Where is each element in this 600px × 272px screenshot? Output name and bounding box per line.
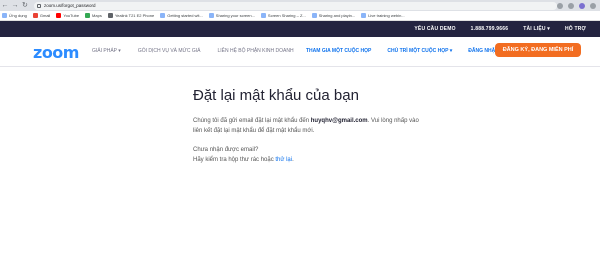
retry-link[interactable]: thử lại bbox=[275, 157, 292, 163]
email-sent-message: Chúng tôi đã gửi email đặt lại mật khẩu … bbox=[193, 118, 419, 134]
zoom-icon bbox=[208, 13, 214, 18]
page-icon bbox=[107, 13, 113, 18]
zoom-icon bbox=[160, 13, 166, 18]
zoom-icon bbox=[311, 13, 317, 18]
youtube-icon bbox=[56, 13, 62, 18]
page-title: Đặt lại mật khẩu của bạn bbox=[193, 87, 359, 104]
not-received-question: Chưa nhận được email? bbox=[193, 147, 259, 153]
zoom-logo[interactable]: zoom bbox=[33, 43, 79, 62]
lock-icon bbox=[36, 3, 41, 8]
bookmark-sharing-screen[interactable]: Sharing your screen... bbox=[208, 13, 255, 18]
request-demo-link[interactable]: YÊU CẦU DEMO bbox=[414, 26, 455, 32]
support-link[interactable]: HỖ TRỢ bbox=[565, 26, 586, 32]
reload-icon[interactable]: ↻ bbox=[20, 0, 30, 11]
bookmarks-bar: Ứng dụng Gmail YouTube Maps Yealink T21 … bbox=[0, 11, 600, 21]
join-meeting-link[interactable]: THAM GIA MỘT CUỘC HỌP bbox=[306, 48, 371, 54]
check-spam-message: Hãy kiểm tra hộp thư rác hoặc thử lại. bbox=[193, 157, 294, 163]
menu-icon[interactable] bbox=[590, 2, 596, 9]
star-icon[interactable] bbox=[557, 2, 563, 9]
plans-pricing-link[interactable]: GÓI DỊCH VỤ VÀ MỨC GIÁ bbox=[138, 48, 201, 54]
bookmark-apps[interactable]: Ứng dụng bbox=[2, 13, 27, 18]
back-icon[interactable]: ← bbox=[0, 0, 10, 11]
url-text: zoom.us/forgot_password bbox=[43, 3, 96, 8]
resources-menu[interactable]: TÀI LIỆU ▾ bbox=[523, 26, 550, 32]
solutions-menu[interactable]: GIẢI PHÁP ▾ bbox=[92, 48, 121, 54]
bookmark-gmail[interactable]: Gmail bbox=[32, 13, 50, 18]
maps-icon bbox=[85, 13, 91, 18]
bookmark-screen-sharing[interactable]: Screen Sharing – Z... bbox=[260, 13, 306, 18]
gmail-icon bbox=[32, 13, 38, 18]
extension-icon[interactable] bbox=[568, 2, 574, 9]
bookmark-yealink[interactable]: Yealink T21 E2 Phone bbox=[107, 13, 154, 18]
bookmark-getting-started[interactable]: Getting started wit... bbox=[160, 13, 203, 18]
address-bar[interactable]: zoom.us/forgot_password bbox=[33, 1, 557, 10]
zoom-utility-bar: YÊU CẦU DEMO 1.888.799.9666 TÀI LIỆU ▾ H… bbox=[0, 21, 600, 37]
zoom-icon bbox=[361, 13, 367, 18]
host-meeting-menu[interactable]: CHỦ TRÌ MỘT CUỘC HỌP ▾ bbox=[387, 48, 452, 54]
bookmark-live-training[interactable]: Live training webin... bbox=[361, 13, 405, 18]
bookmark-youtube[interactable]: YouTube bbox=[56, 13, 79, 18]
email-address: huyqhv@gmail.com bbox=[310, 118, 368, 124]
zoom-icon bbox=[260, 13, 266, 18]
forward-icon[interactable]: → bbox=[10, 0, 20, 11]
phone-number: 1.888.799.9666 bbox=[470, 26, 509, 32]
bookmark-sharing-playing[interactable]: Sharing and playin... bbox=[311, 13, 355, 18]
reset-password-panel: Đặt lại mật khẩu của bạn Chúng tôi đã gử… bbox=[193, 87, 423, 165]
apps-icon bbox=[2, 13, 7, 18]
profile-avatar[interactable] bbox=[579, 2, 585, 9]
browser-toolbar: ← → ↻ zoom.us/forgot_password bbox=[0, 0, 600, 11]
contact-sales-link[interactable]: LIÊN HỆ BỘ PHẬN KINH DOANH bbox=[217, 48, 293, 54]
main-navigation: zoom GIẢI PHÁP ▾ GÓI DỊCH VỤ VÀ MỨC GIÁ … bbox=[0, 37, 600, 67]
sign-up-button[interactable]: ĐĂNG KÝ, ĐANG MIỄN PHÍ bbox=[495, 43, 581, 57]
bookmark-maps[interactable]: Maps bbox=[85, 13, 102, 18]
